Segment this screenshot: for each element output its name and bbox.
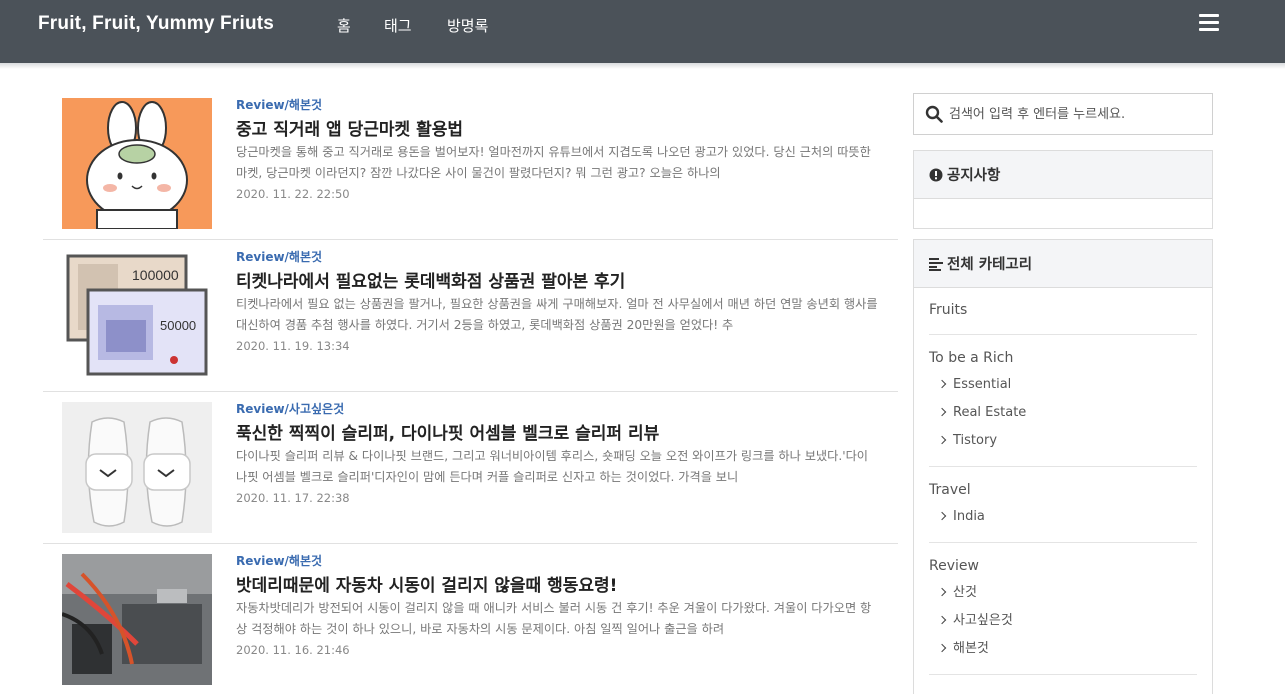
subcategory-link[interactable]: India	[953, 509, 985, 524]
category-link[interactable]: Fruits	[929, 300, 1197, 328]
subcategory-link[interactable]: Tistory	[953, 433, 997, 448]
post-category-link[interactable]: Review/해본것	[236, 552, 322, 569]
search-input[interactable]	[949, 102, 1204, 126]
search-icon[interactable]	[925, 105, 943, 123]
post-title-link[interactable]: 티켓나라에서 필요없는 롯데백화점 상품권 팔아본 후기	[236, 267, 625, 292]
search-box	[913, 93, 1213, 135]
subcategory-link[interactable]: 산것	[953, 585, 977, 600]
subcategory-item[interactable]: Essential	[929, 376, 1197, 404]
chevron-right-icon	[937, 587, 947, 597]
post-title-link[interactable]: 중고 직거래 앱 당근마켓 활용법	[236, 115, 463, 140]
nav-home-link[interactable]: 홈	[337, 15, 351, 36]
exclamation-circle-icon	[929, 168, 943, 182]
subcategory-link[interactable]: 사고싶은것	[953, 613, 1013, 628]
notice-header: 공지사항	[914, 151, 1212, 199]
chevron-right-icon	[937, 407, 947, 417]
post-title-link[interactable]: 푹신한 찍찍이 슬리퍼, 다이나핏 어셈블 벨크로 슬리퍼 리뷰	[236, 419, 659, 444]
navbar-shadow	[0, 63, 1285, 69]
post-title-link[interactable]: 밧데리때문에 자동차 시동이 걸리지 않을때 행동요령!	[236, 571, 617, 596]
subcategory-item[interactable]: 사고싶은것	[929, 612, 1197, 640]
align-left-icon	[929, 258, 943, 271]
subcategory-link[interactable]: 해본것	[953, 641, 989, 656]
hamburger-menu-icon[interactable]	[1199, 14, 1219, 32]
post-excerpt: 다이나핏 슬리퍼 리뷰 & 다이나핏 브랜드, 그리고 워너비아이템 후리스, …	[236, 449, 868, 484]
subcategory-link[interactable]: Essential	[953, 377, 1011, 392]
category-group-review: Review 산것 사고싶은것 해본것	[929, 556, 1197, 675]
notice-widget: 공지사항	[913, 150, 1213, 229]
top-navbar: Fruit, Fruit, Yummy Friuts 홈 태그 방명록	[0, 0, 1285, 69]
category-title: 전체 카테고리	[947, 257, 1033, 273]
post-date: 2020. 11. 22. 22:50	[236, 187, 350, 201]
post-category-link[interactable]: Review/사고싶은것	[236, 400, 344, 417]
category-link[interactable]: Travel	[929, 480, 1197, 508]
post-date: 2020. 11. 17. 22:38	[236, 491, 350, 505]
subcategory-item[interactable]: 산것	[929, 584, 1197, 612]
post-thumbnail-rabbit[interactable]	[62, 98, 212, 229]
subcategory-link[interactable]: Real Estate	[953, 405, 1026, 420]
post-list-item[interactable]: Review/해본것 중고 직거래 앱 당근마켓 활용법 당근마켓을 통해 중고…	[43, 88, 898, 240]
subcategory-item[interactable]: Real Estate	[929, 404, 1197, 432]
post-excerpt: 당근마켓을 통해 중고 직거래로 용돈을 벌어보자! 얼마전까지 유튜브에서 지…	[236, 145, 871, 180]
post-category-link[interactable]: Review/해본것	[236, 96, 322, 113]
site-title[interactable]: Fruit, Fruit, Yummy Friuts	[38, 13, 274, 35]
chevron-right-icon	[937, 643, 947, 653]
post-list-item[interactable]: Review/해본것 밧데리때문에 자동차 시동이 걸리지 않을때 행동요령! …	[43, 544, 898, 694]
nav-guestbook-link[interactable]: 방명록	[447, 15, 488, 36]
post-thumbnail-car-battery[interactable]	[62, 554, 212, 685]
svg-text:100000: 100000	[132, 267, 179, 283]
subcategory-item[interactable]: Tistory	[929, 432, 1197, 460]
notice-title[interactable]: 공지사항	[947, 164, 1000, 185]
post-date: 2020. 11. 16. 21:46	[236, 643, 350, 657]
category-link[interactable]: To be a Rich	[929, 348, 1197, 376]
post-list-item[interactable]: 100000 50000 Review/해본것 티켓나라에서 필요없는 롯데백화…	[43, 240, 898, 392]
svg-text:50000: 50000	[160, 318, 196, 333]
post-excerpt: 티켓나라에서 필요 없는 상품권을 팔거나, 필요한 상품권을 싸게 구매해보자…	[236, 297, 878, 332]
subcategory-item[interactable]: 해본것	[929, 640, 1197, 668]
category-group-rich: To be a Rich Essential Real Estate Tisto…	[929, 348, 1197, 467]
nav-tag-link[interactable]: 태그	[384, 15, 412, 36]
post-excerpt: 자동차밧데리가 방전되어 시동이 걸리지 않을 때 애니카 서비스 불러 시동 …	[236, 601, 872, 636]
chevron-right-icon	[937, 615, 947, 625]
chevron-right-icon	[937, 435, 947, 445]
post-category-link[interactable]: Review/해본것	[236, 248, 322, 265]
chevron-right-icon	[937, 379, 947, 389]
category-widget: 전체 카테고리 Fruits To be a Rich Essential Re…	[913, 239, 1213, 694]
category-group-fruits: Fruits	[929, 300, 1197, 335]
category-group-travel: Travel India	[929, 480, 1197, 543]
category-link[interactable]: Review	[929, 556, 1197, 584]
chevron-right-icon	[937, 511, 947, 521]
category-list: Fruits To be a Rich Essential Real Estat…	[929, 300, 1197, 688]
post-thumbnail-slippers[interactable]	[62, 402, 212, 533]
category-header: 전체 카테고리	[914, 240, 1212, 288]
post-date: 2020. 11. 19. 13:34	[236, 339, 350, 353]
post-thumbnail-gift-certificates[interactable]: 100000 50000	[62, 250, 212, 381]
subcategory-item[interactable]: India	[929, 508, 1197, 536]
post-list-item[interactable]: Review/사고싶은것 푹신한 찍찍이 슬리퍼, 다이나핏 어셈블 벨크로 슬…	[43, 392, 898, 544]
